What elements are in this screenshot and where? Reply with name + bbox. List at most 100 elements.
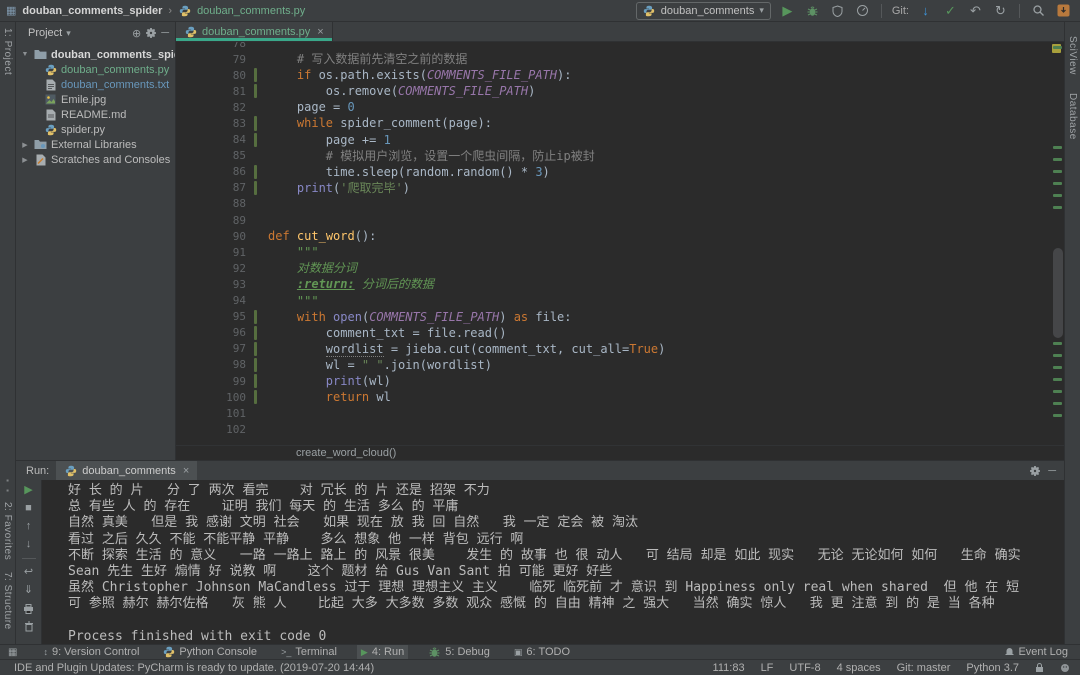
tool-button-structure[interactable]: 7: Structure [2, 572, 13, 630]
chevron-down-icon[interactable]: ▾ [66, 28, 71, 39]
tree-item-douban-comments-py[interactable]: douban_comments.py [16, 62, 175, 77]
code-line-86[interactable]: 86 time.sleep(random.random() * 3) [176, 164, 1064, 180]
main-menu-icon[interactable]: ▦ [6, 4, 16, 17]
code-line-98[interactable]: 98 wl = " ".join(wordlist) [176, 357, 1064, 373]
status-caret-position[interactable]: 111:83 [713, 662, 745, 674]
tool-stripe-icon[interactable]: ▪ [6, 486, 9, 496]
code-line-88[interactable]: 88 [176, 196, 1064, 212]
code-line-95[interactable]: 95 with open(COMMENTS_FILE_PATH) as file… [176, 309, 1064, 325]
search-everywhere-button[interactable] [1030, 2, 1047, 19]
editor-scrollbar[interactable] [1053, 248, 1063, 338]
tool-stripe-icon[interactable]: ▪ [6, 476, 9, 486]
down-stack-trace-button[interactable]: ↓ [21, 538, 37, 551]
tool-button-project[interactable]: 1: Project [2, 28, 13, 75]
status-indent-style[interactable]: 4 spaces [837, 662, 881, 674]
code-line-81[interactable]: 81 os.remove(COMMENTS_FILE_PATH) [176, 83, 1064, 99]
code-line-87[interactable]: 87 print('爬取完毕') [176, 180, 1064, 196]
toolbar-divider [880, 3, 882, 18]
lock-icon[interactable] [1035, 662, 1044, 673]
code-line-94[interactable]: 94 """ [176, 293, 1064, 309]
expander-icon[interactable]: ▶ [20, 156, 30, 164]
code-line-97[interactable]: 97 wordlist = jieba.cut(comment_txt, cut… [176, 341, 1064, 357]
gear-icon[interactable] [145, 27, 157, 39]
tool-window-button-run[interactable]: ▶ 4: Run [356, 644, 409, 660]
code-line-78[interactable]: 78 [176, 42, 1064, 51]
debug-button[interactable] [804, 2, 821, 19]
project-panel-title[interactable]: Project [28, 27, 62, 39]
status-line-separator[interactable]: LF [761, 662, 774, 674]
code-line-79[interactable]: 79 # 写入数据前先清空之前的数据 [176, 51, 1064, 67]
breadcrumb-project[interactable]: douban_comments_spider [22, 5, 162, 17]
vcs-change-marker [254, 180, 257, 195]
status-file-encoding[interactable]: UTF-8 [789, 662, 820, 674]
code-line-85[interactable]: 85 # 模拟用户浏览，设置一个爬虫间隔，防止ip被封 [176, 148, 1064, 164]
git-commit-button[interactable]: ✓ [942, 2, 959, 19]
scroll-to-end-button[interactable]: ⇓ [21, 584, 37, 597]
status-message[interactable]: IDE and Plugin Updates: PyCharm is ready… [14, 662, 713, 674]
code-line-101[interactable]: 101 [176, 405, 1064, 421]
tool-button-sciview[interactable]: SciView [1067, 36, 1078, 75]
run-settings-gear-icon[interactable] [1029, 465, 1041, 477]
rerun-button[interactable]: ▶ [21, 484, 37, 497]
tree-item-scratches-and-consoles[interactable]: ▶ Scratches and Consoles [16, 152, 175, 167]
expander-icon[interactable]: ▼ [20, 51, 30, 58]
print-button[interactable] [21, 602, 37, 615]
git-refresh-button[interactable]: ↻ [992, 2, 1009, 19]
coverage-button[interactable] [829, 2, 846, 19]
code-line-93[interactable]: 93 :return: 分词后的数据 [176, 276, 1064, 292]
tree-item-external-libraries[interactable]: ▶ External Libraries [16, 137, 175, 152]
close-icon[interactable]: × [317, 26, 323, 38]
tree-item-douban-comments-spider[interactable]: ▼ douban_comments_spider [16, 47, 175, 62]
code-line-80[interactable]: 80 if os.path.exists(COMMENTS_FILE_PATH)… [176, 67, 1064, 83]
code-editor[interactable]: 78 79 # 写入数据前先清空之前的数据 80 if os.path.exists… [176, 42, 1064, 445]
tool-window-button-terminal[interactable]: >_ Terminal [277, 645, 341, 660]
code-line-100[interactable]: 100 return wl [176, 389, 1064, 405]
tool-window-button-event-log[interactable]: Event Log [1001, 645, 1072, 660]
git-rollback-button[interactable]: ↶ [967, 2, 984, 19]
profiler-button[interactable] [854, 2, 871, 19]
locate-file-icon[interactable]: ⊕ [132, 27, 141, 40]
tree-item-label: douban_comments.txt [61, 78, 170, 91]
breadcrumb-file[interactable]: douban_comments.py [197, 5, 305, 17]
code-line-99[interactable]: 99 print(wl) [176, 373, 1064, 389]
up-stack-trace-button[interactable]: ↑ [21, 520, 37, 533]
clear-all-button[interactable] [21, 620, 37, 633]
editor-tab[interactable]: douban_comments.py × [176, 22, 333, 41]
code-line-91[interactable]: 91 """ [176, 244, 1064, 260]
code-line-89[interactable]: 89 [176, 212, 1064, 228]
tool-window-button-version-control[interactable]: ↕ 9: Version Control [39, 645, 143, 660]
soft-wrap-button[interactable]: ↩ [21, 566, 37, 579]
tree-item-readme-md[interactable]: README.md [16, 107, 175, 122]
expander-icon[interactable]: ▶ [20, 141, 30, 149]
run-button[interactable]: ▶ [779, 2, 796, 19]
code-line-92[interactable]: 92 对数据分词 [176, 260, 1064, 276]
code-line-90[interactable]: 90 def cut_word(): [176, 228, 1064, 244]
run-tab[interactable]: douban_comments × [56, 461, 198, 480]
code-line-84[interactable]: 84 page += 1 [176, 132, 1064, 148]
status-git-branch[interactable]: Git: master [897, 662, 951, 674]
tree-item-douban-comments-txt[interactable]: douban_comments.txt [16, 77, 175, 92]
stop-button[interactable]: ■ [21, 502, 37, 515]
minimize-icon[interactable]: ─ [1048, 465, 1056, 477]
tool-button-database[interactable]: Database [1067, 93, 1078, 140]
tool-window-button-python-console[interactable]: Python Console [159, 645, 261, 660]
git-update-button[interactable]: ↓ [917, 2, 934, 19]
code-line-82[interactable]: 82 page = 0 [176, 99, 1064, 115]
breadcrumb-scope[interactable]: create_word_cloud() [296, 447, 396, 459]
console-output[interactable]: 好 长 的 片 分 了 两次 看完 对 冗长 的 片 还是 招架 不力总 有些 … [42, 480, 1064, 644]
close-icon[interactable]: × [183, 465, 189, 477]
tool-window-switcher-icon[interactable]: ▦ [8, 647, 17, 658]
tree-item-spider-py[interactable]: spider.py [16, 122, 175, 137]
hector-icon[interactable] [1060, 663, 1070, 673]
code-line-96[interactable]: 96 comment_txt = file.read() [176, 325, 1064, 341]
hide-panel-icon[interactable]: ─ [161, 27, 169, 39]
tool-window-button-todo[interactable]: ▣ 6: TODO [510, 645, 574, 660]
ide-updates-icon[interactable] [1055, 2, 1072, 19]
code-line-102[interactable]: 102 [176, 421, 1064, 437]
tree-item-emile-jpg[interactable]: Emile.jpg [16, 92, 175, 107]
status-interpreter[interactable]: Python 3.7 [966, 662, 1019, 674]
code-line-83[interactable]: 83 while spider_comment(page): [176, 115, 1064, 131]
run-config-select[interactable]: douban_comments ▾ [635, 1, 771, 20]
tool-button-favorites[interactable]: 2: Favorites [2, 502, 13, 560]
tool-window-button-debug[interactable]: 5: Debug [424, 645, 494, 660]
